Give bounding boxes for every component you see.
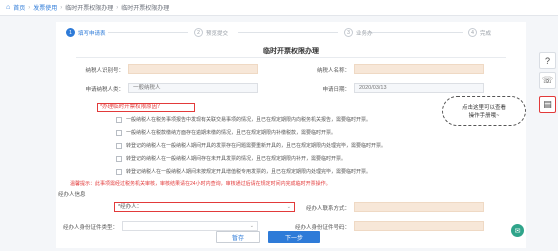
- step-label: 完成: [480, 30, 492, 37]
- divider: [76, 57, 506, 58]
- save-draft-button[interactable]: 暂存: [216, 231, 260, 243]
- taxpayer-name-field: [354, 64, 484, 74]
- reason-option-label: 转登记的纳税人在一般纳税人期间开具的发票存在问题需要重新开具的，且已在规定期限内…: [126, 143, 387, 149]
- apply-date-label: 申请日期：: [322, 87, 350, 93]
- reason-option-label: 一般纳税人在税务事项报告中发现有关联交易事项的情况，且已在规定期限内向税务机关报…: [126, 117, 372, 123]
- chevron-down-icon: ⌄: [249, 223, 254, 229]
- checkbox[interactable]: [116, 142, 122, 149]
- taxpayer-id-field: [128, 64, 258, 74]
- step-fill-form: 1 填写申请表: [66, 28, 106, 37]
- step-preview: 2 预览提交: [194, 28, 228, 37]
- step-processing: 3 业务办: [344, 28, 373, 37]
- checkbox[interactable]: [116, 116, 122, 123]
- page-title: 临时开票权限办理: [263, 48, 319, 55]
- applicant-type-field: 一般纳税人: [128, 83, 258, 93]
- help-icon[interactable]: ?: [539, 52, 556, 69]
- agent-select[interactable]: *经办人： ⌄: [114, 202, 295, 212]
- step-connector: [108, 32, 188, 33]
- step-indicator: 1 填写申请表 2 预览提交 3 业务办 4 完成: [66, 28, 516, 42]
- breadcrumb-separator: ›: [116, 4, 119, 11]
- step-label: 预览提交: [206, 30, 229, 37]
- step-number: 1: [66, 28, 75, 37]
- agent-contact-field[interactable]: [354, 202, 484, 212]
- step-number: 4: [468, 28, 477, 37]
- callout-line-1: 点击这里可以查看: [461, 105, 506, 111]
- next-step-button[interactable]: 下一步: [268, 231, 320, 243]
- agent-contact-label: 经办人联系方式：: [305, 206, 350, 212]
- step-number: 3: [344, 28, 353, 37]
- taxpayer-id-label: 纳税人识别号：: [85, 68, 124, 74]
- manual-hint-callout: 点击这里可以查看 操作手册哦~: [442, 96, 526, 126]
- breadcrumb-current: 临时开票权限办理: [121, 6, 170, 12]
- checkbox[interactable]: [116, 129, 122, 136]
- checkbox[interactable]: [116, 155, 122, 162]
- step-label: 填写申请表: [78, 30, 106, 37]
- applicant-type-label: 申请纳税人类：: [85, 87, 124, 93]
- reason-option-label: 转登记纳税人在一般纳税人期间未按规定开具增值税专用发票的，且已在规定期限内处理完…: [126, 169, 372, 175]
- checkbox[interactable]: [116, 168, 122, 175]
- reason-option[interactable]: 一般纳税人在税务事项报告中发现有关联交易事项的情况，且已在规定期限内向税务机关报…: [116, 116, 371, 123]
- step-label: 业务办: [356, 30, 373, 37]
- form-panel: 1 填写申请表 2 预览提交 3 业务办 4 完成 临时开票权限办理 纳税人识别…: [56, 22, 526, 248]
- warning-text: 温馨提示：此事项需经过税务机关审核，审核结果请在24小时内查询，审核通过后请在规…: [70, 181, 331, 187]
- reason-option[interactable]: 一般纳税人在税款缴纳方面存在逾期未缴的情况，且已在规定期限内补缴税款，需要临时开…: [116, 129, 336, 136]
- app-root: ⌂ 首页 › 发票使用 › 临时开票权限办理 › 临时开票权限办理 1 填写申请…: [0, 0, 558, 251]
- breadcrumb: ⌂ 首页 › 发票使用 › 临时开票权限办理 › 临时开票权限办理: [0, 0, 558, 16]
- taxpayer-name-label: 纳税人名称：: [316, 68, 350, 74]
- step-complete: 4 完成: [468, 28, 491, 37]
- breadcrumb-temp-invoice[interactable]: 临时开票权限办理: [65, 3, 113, 12]
- step-connector: [238, 32, 338, 33]
- save-icon[interactable]: ▤: [539, 96, 556, 113]
- apply-date-field: 2020/03/13: [354, 83, 484, 93]
- agent-idtype-label: 经办人身份证件类型：: [62, 225, 118, 231]
- home-icon[interactable]: ⌂: [6, 4, 10, 11]
- step-number: 2: [194, 28, 203, 37]
- agent-idtype-select[interactable]: ⌄: [122, 221, 258, 231]
- agent-section-label: 经办人信息: [58, 192, 86, 198]
- chevron-down-icon: ⌄: [286, 204, 291, 210]
- headset-icon[interactable]: ☏: [539, 72, 556, 89]
- agent-idnum-label: 经办人身份证件号码：: [294, 225, 350, 231]
- reason-section-title: *办理临时开票权限原因？: [97, 103, 195, 112]
- breadcrumb-invoice-use[interactable]: 发票使用: [33, 3, 57, 12]
- reason-option-label: 转登记的纳税人在一般纳税人期间存在未开具发票的情况，且已在规定期限内补开，需要临…: [126, 156, 347, 162]
- reason-option[interactable]: 转登记的纳税人在一般纳税人期间开具的发票存在问题需要重新开具的，且已在规定期限内…: [116, 142, 386, 149]
- callout-line-2: 操作手册哦~: [468, 113, 500, 119]
- reason-option[interactable]: 转登记的纳税人在一般纳税人期间存在未开具发票的情况，且已在规定期限内补开，需要临…: [116, 155, 346, 162]
- reason-option-label: 一般纳税人在税款缴纳方面存在逾期未缴的情况，且已在规定期限内补缴税款，需要临时开…: [126, 130, 337, 136]
- breadcrumb-separator: ›: [28, 4, 31, 11]
- agent-idnum-field[interactable]: [354, 221, 484, 231]
- breadcrumb-home[interactable]: 首页: [13, 3, 25, 12]
- step-connector: [368, 32, 463, 33]
- agent-label: *经办人：: [118, 204, 143, 210]
- reason-option[interactable]: 转登记纳税人在一般纳税人期间未按规定开具增值税专用发票的，且已在规定期限内处理完…: [116, 168, 371, 175]
- breadcrumb-separator: ›: [60, 4, 63, 11]
- chat-icon[interactable]: ✉: [511, 224, 524, 237]
